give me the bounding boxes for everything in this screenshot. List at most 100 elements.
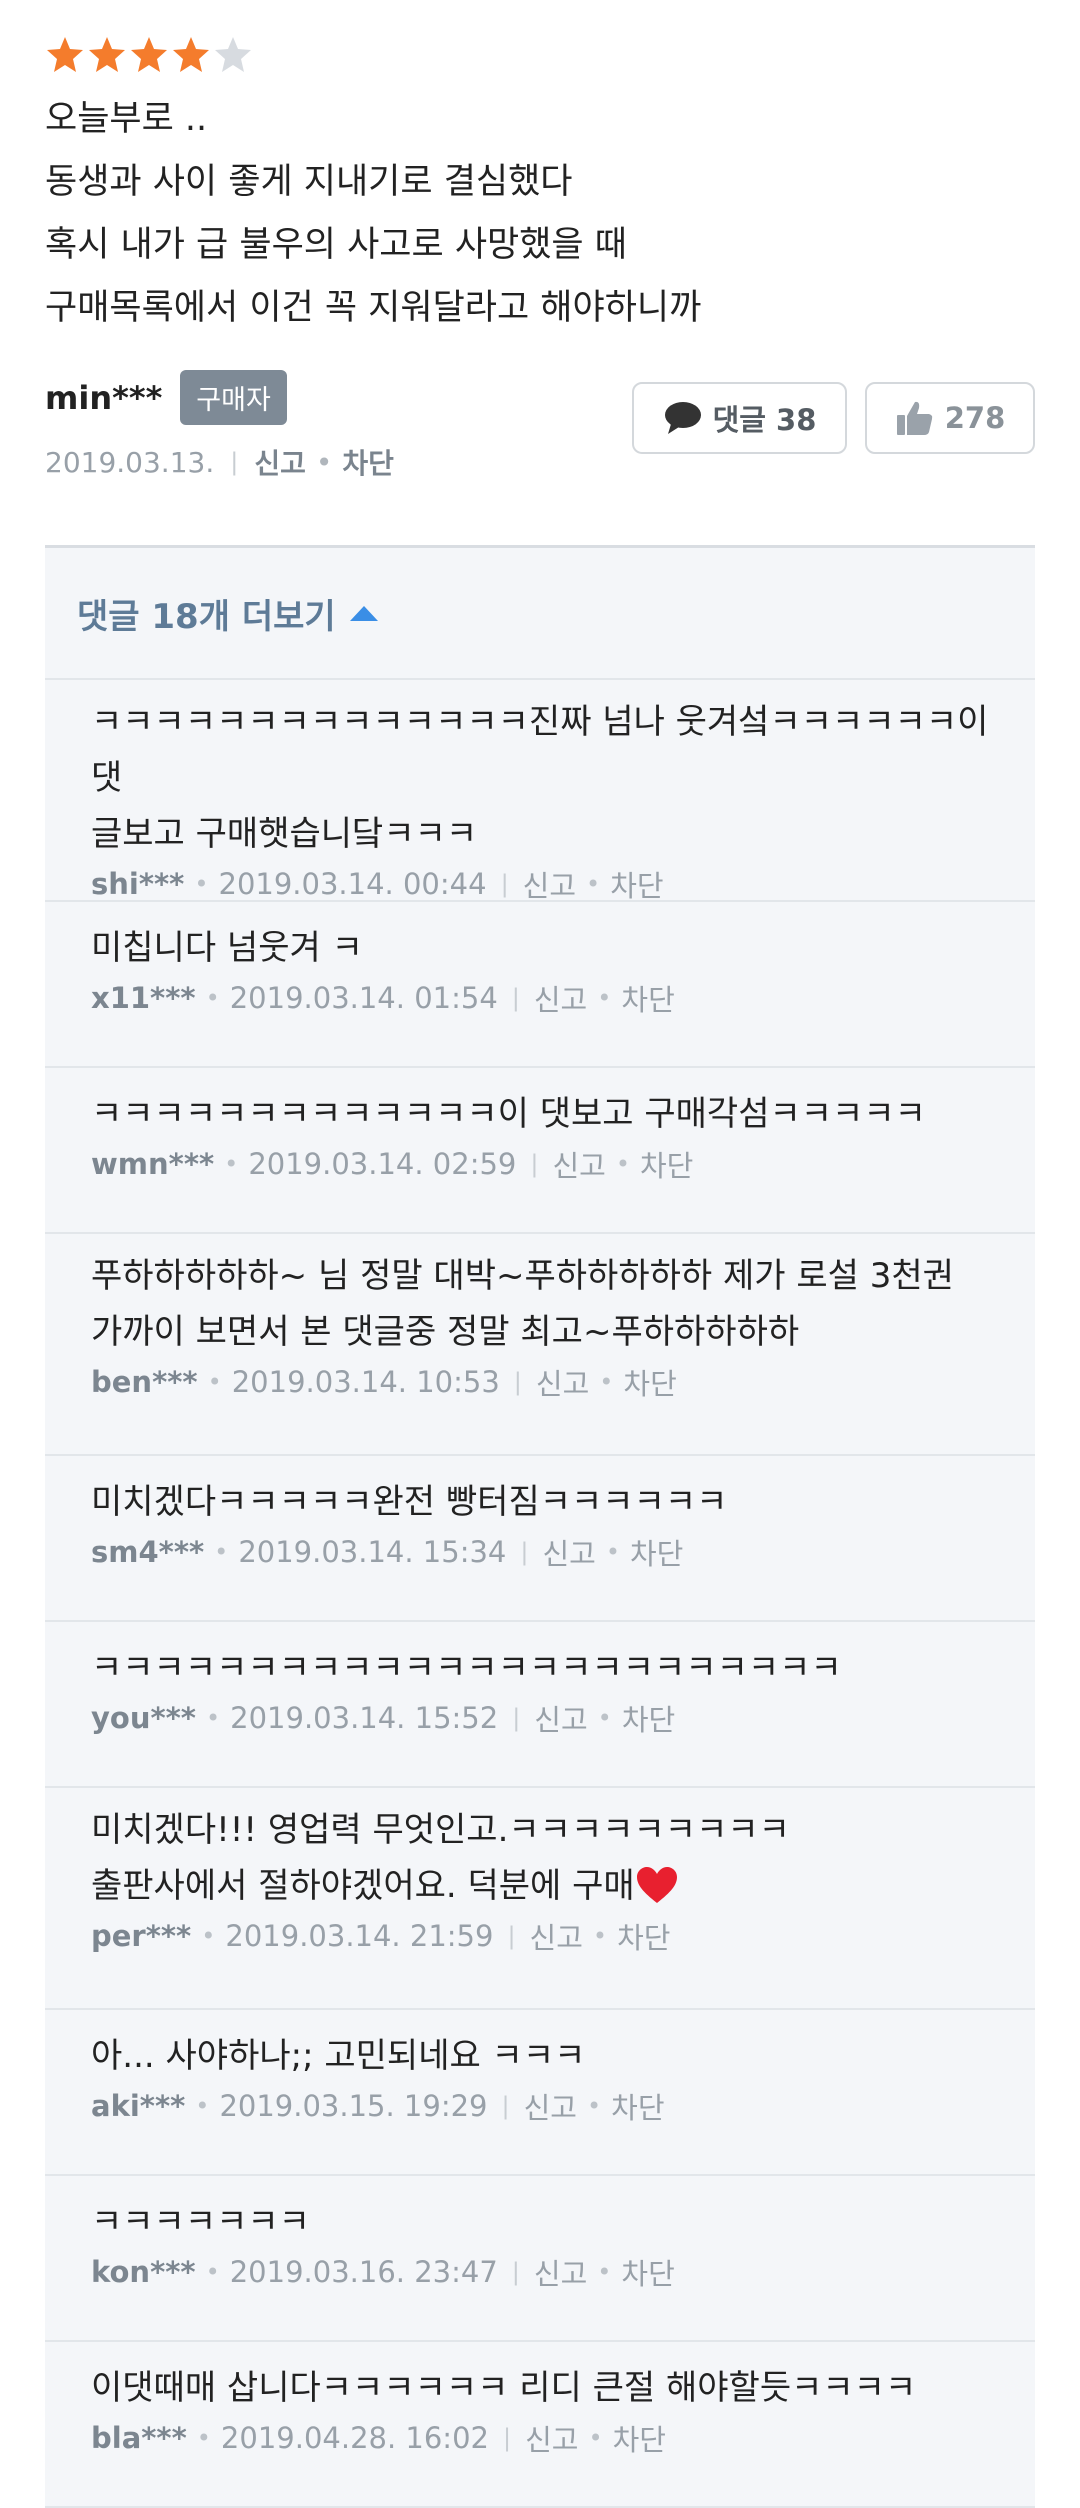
dot-separator: •: [586, 2092, 602, 2120]
star-filled-icon: [47, 37, 83, 72]
dot-separator: •: [205, 1704, 221, 1732]
dot-separator: •: [201, 1922, 216, 1950]
divider: |: [502, 2424, 512, 2452]
review-card: 오늘부로 .. 동생과 사이 좋게 지내기로 결심했다 혹시 내가 급 불우의 …: [45, 30, 1035, 500]
comment-line: 출판사에서 절하야겠어요. 덕분에 구매: [91, 1866, 635, 1906]
comment-list: ㅋㅋㅋㅋㅋㅋㅋㅋㅋㅋㅋㅋㅋㅋ진짜 넘나 웃겨섴ㅋㅋㅋㅋㅋㅋ이 댓 글보고 구매햇습…: [45, 680, 1035, 2508]
divider: |: [530, 1150, 539, 1178]
like-button[interactable]: 278: [865, 382, 1035, 454]
divider: |: [507, 1922, 516, 1950]
comment-date: 2019.03.14. 00:44: [218, 867, 487, 901]
dot-separator: •: [224, 1150, 239, 1178]
block-link[interactable]: 차단: [640, 1143, 693, 1185]
comment-text: ㅋㅋㅋㅋㅋㅋㅋㅋㅋㅋㅋㅋㅋ이 댓보고 구매각섬ㅋㅋㅋㅋㅋ: [91, 1086, 1005, 1142]
speech-bubble-icon: [664, 402, 701, 434]
review-line: 혹시 내가 급 불우의 사고로 사망했을 때: [45, 225, 627, 265]
report-link[interactable]: 신고: [534, 977, 587, 1019]
comment-meta: bla*** • 2019.04.28. 16:02 | 신고 • 차단: [91, 2416, 1005, 2460]
divider: |: [501, 2092, 510, 2120]
dot-separator: •: [615, 1150, 630, 1178]
report-link[interactable]: 신고: [523, 863, 576, 905]
dot-separator: •: [597, 1704, 612, 1732]
report-link[interactable]: 신고: [536, 1361, 589, 1403]
report-link[interactable]: 신고: [530, 1915, 583, 1957]
report-link[interactable]: 신고: [525, 2417, 578, 2459]
report-link[interactable]: 신고: [534, 2251, 587, 2293]
divider: |: [511, 984, 520, 1012]
dot-separator: •: [196, 2424, 211, 2452]
report-link[interactable]: 신고: [534, 1697, 587, 1739]
divider: |: [511, 2258, 520, 2286]
report-link[interactable]: 신고: [254, 442, 306, 482]
block-link[interactable]: 차단: [611, 2085, 664, 2127]
block-link[interactable]: 차단: [342, 442, 394, 482]
comment-author: you***: [91, 1701, 196, 1735]
comment-line: ㅋㅋㅋㅋㅋㅋㅋㅋㅋㅋㅋㅋㅋ이 댓보고 구매각섬ㅋㅋㅋㅋㅋ: [91, 1094, 926, 1134]
collapse-triangle-icon: [349, 606, 378, 621]
comment-item: ㅋㅋㅋㅋㅋㅋㅋㅋㅋㅋㅋㅋㅋ이 댓보고 구매각섬ㅋㅋㅋㅋㅋ wmn*** • 2019.…: [45, 1068, 1035, 1234]
review-author: min*** 구매자: [45, 370, 287, 425]
comment-date: 2019.03.14. 01:54: [229, 981, 498, 1015]
review-line: 오늘부로 ..: [45, 99, 208, 139]
comment-text: 출판사에서 절하야겠어요. 덕분에 구매: [91, 1858, 1005, 1914]
block-link[interactable]: 차단: [621, 977, 674, 1019]
comment-line: 가까이 보면서 본 댓글중 정말 최고~푸하하하하하: [91, 1312, 800, 1352]
comment-author: sm4***: [91, 1535, 205, 1569]
block-link[interactable]: 차단: [621, 2251, 674, 2293]
block-link[interactable]: 차단: [613, 2417, 666, 2459]
more-comments-toggle[interactable]: 댓글 18개 더보기: [45, 548, 1035, 680]
report-link[interactable]: 신고: [524, 2085, 577, 2127]
like-count: 278: [944, 401, 1006, 435]
comment-meta: x11*** • 2019.03.14. 01:54 | 신고 • 차단: [91, 976, 1005, 1020]
comment-text: ㅋㅋㅋㅋㅋㅋㅋㅋㅋㅋㅋㅋㅋㅋ진짜 넘나 웃겨섴ㅋㅋㅋㅋㅋㅋ이 댓: [91, 694, 1005, 806]
dot-separator: •: [597, 984, 612, 1012]
comment-line: 미치겠다!!! 영업력 무엇인고.ㅋㅋㅋㅋㅋㅋㅋㅋㅋ: [91, 1810, 790, 1850]
comment-count-label: 댓글 38: [712, 403, 817, 437]
comment-item: 푸하하하하하~ 님 정말 대박~푸하하하하하 제가 로설 3천권가까이 보면서 …: [45, 1234, 1035, 1456]
comment-text: ㅋㅋㅋㅋㅋㅋㅋ: [91, 2194, 1005, 2250]
block-link[interactable]: 차단: [630, 1531, 683, 1573]
star-filled-icon: [131, 37, 167, 72]
star-filled-icon: [89, 37, 125, 72]
comment-line: 미칩니다 넘웃겨 ㅋ: [91, 928, 363, 968]
dot-separator: •: [207, 1368, 222, 1396]
dot-separator: •: [597, 2258, 612, 2286]
dot-separator: •: [599, 1368, 614, 1396]
comment-item: 미치겠다ㅋㅋㅋㅋㅋ완전 빵터짐ㅋㅋㅋㅋㅋㅋ sm4*** • 2019.03.14. …: [45, 1456, 1035, 1622]
comment-item: 이댓때매 삽니다ㅋㅋㅋㅋㅋㅋ 리디 큰절 해야할듯ㅋㅋㅋㅋ bla*** • 2019…: [45, 2342, 1035, 2508]
report-link[interactable]: 신고: [542, 1531, 595, 1573]
review-text: 오늘부로 .. 동생과 사이 좋게 지내기로 결심했다 혹시 내가 급 불우의 …: [45, 88, 1035, 340]
thumbs-up-icon: [896, 401, 932, 435]
block-link[interactable]: 차단: [622, 1697, 675, 1739]
dot-separator: •: [586, 870, 601, 898]
comment-author: shi***: [91, 867, 185, 901]
comment-meta: aki*** • 2019.03.15. 19:29 | 신고 • 차단: [91, 2084, 1005, 2128]
comment-author: bla***: [91, 2421, 187, 2455]
comment-date: 2019.03.14. 02:59: [248, 1147, 517, 1181]
comment-line: 푸하하하하하~ 님 정말 대박~푸하하하하하 제가 로설 3천권: [91, 1256, 954, 1296]
comment-author: ben***: [91, 1365, 198, 1399]
comment-count-button[interactable]: 댓글 38: [632, 382, 847, 454]
dot-separator: •: [205, 984, 220, 1012]
block-link[interactable]: 차단: [617, 1915, 670, 1957]
comment-text: 푸하하하하하~ 님 정말 대박~푸하하하하하 제가 로설 3천권: [91, 1248, 1005, 1304]
comment-text: 미치겠다!!! 영업력 무엇인고.ㅋㅋㅋㅋㅋㅋㅋㅋㅋ: [91, 1802, 1005, 1858]
dot-separator: •: [605, 1538, 620, 1566]
comment-item: ㅋㅋㅋㅋㅋㅋㅋㅋㅋㅋㅋㅋㅋㅋ진짜 넘나 웃겨섴ㅋㅋㅋㅋㅋㅋ이 댓 글보고 구매햇습…: [45, 680, 1035, 905]
review-meta: min*** 구매자 2019.03.13. | 신고 • 차단 댓글 38 2…: [45, 360, 1035, 500]
block-link[interactable]: 차단: [623, 1361, 676, 1403]
divider: |: [230, 448, 239, 476]
comment-item: 아... 사야하나;; 고민되네요 ㅋㅋㅋ aki*** • 2019.03.15. …: [45, 2010, 1035, 2176]
divider: |: [520, 1538, 529, 1566]
comment-line: 아... 사야하나;; 고민되네요 ㅋㅋㅋ: [91, 2036, 586, 2076]
comment-author: aki***: [91, 2089, 186, 2123]
comment-date: 2019.03.14. 15:52: [230, 1701, 499, 1735]
dot-separator: •: [592, 1922, 608, 1950]
block-link[interactable]: 차단: [610, 863, 663, 905]
comment-meta: sm4*** • 2019.03.14. 15:34 | 신고 • 차단: [91, 1530, 1005, 1574]
report-link[interactable]: 신고: [552, 1143, 605, 1185]
comment-line: ㅋㅋㅋㅋㅋㅋㅋㅋㅋㅋㅋㅋㅋㅋㅋㅋㅋㅋㅋㅋㅋㅋㅋㅋ: [91, 1648, 842, 1688]
comment-item: 미치겠다!!! 영업력 무엇인고.ㅋㅋㅋㅋㅋㅋㅋㅋㅋ 출판사에서 절하야겠어요. …: [45, 1788, 1035, 2010]
star-rating: [45, 30, 1035, 80]
dot-separator: •: [205, 2258, 220, 2286]
